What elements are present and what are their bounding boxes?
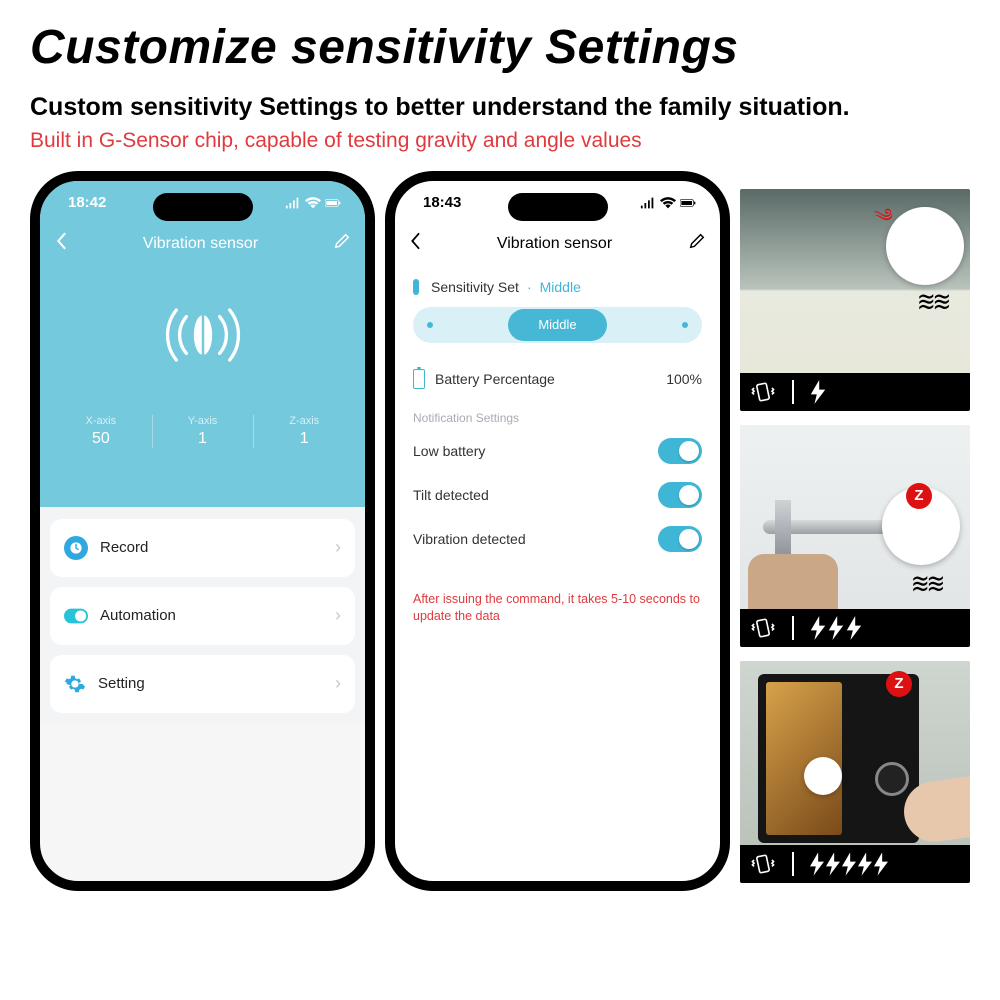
sensitivity-value: Middle [540, 279, 581, 295]
sensor-disc: Z [882, 487, 960, 565]
toggle-label: Low battery [413, 443, 485, 459]
bolt-icon [842, 852, 856, 876]
warning-text: After issuing the command, it takes 5-10… [413, 591, 702, 626]
battery-row: Battery Percentage 100% [413, 369, 702, 389]
axis-y-label: Y-axis [152, 415, 254, 427]
automation-label: Automation [100, 607, 176, 624]
gear-icon [64, 673, 86, 695]
axis-z: Z-axis 1 [253, 415, 355, 448]
axis-y-value: 1 [152, 430, 254, 448]
signal-icon [640, 197, 656, 209]
phone-vibrate-icon [750, 379, 776, 405]
zigbee-badge: Z [886, 671, 912, 697]
bolt-icon [828, 616, 844, 640]
battery-icon [413, 369, 425, 389]
phone-notch [153, 193, 253, 221]
bolt-icon [846, 616, 862, 640]
sensitivity-slider[interactable]: Middle [413, 307, 702, 343]
screen-title: Vibration sensor [143, 235, 258, 253]
axes-readout: X-axis 50 Y-axis 1 Z-axis 1 [40, 415, 365, 448]
slider-stop-low [427, 322, 433, 328]
intensity-bar [740, 373, 970, 411]
phone-settings: 18:43 Vibration sensor Sensitivity Set ·… [385, 171, 730, 891]
chevron-right-icon: › [335, 673, 341, 694]
screen-title: Vibration sensor [497, 235, 612, 253]
axis-y: Y-axis 1 [152, 415, 254, 448]
toggle-switch[interactable] [658, 438, 702, 464]
slider-pill: Middle [508, 309, 606, 341]
feature-line: Built in G-Sensor chip, capable of testi… [30, 129, 970, 153]
vibration-lines-icon: ≋≋ [911, 567, 942, 600]
zigbee-badge: Z [906, 483, 932, 509]
record-row[interactable]: Record › [50, 519, 355, 577]
bolt-group [810, 852, 888, 876]
battery-label: Battery Percentage [435, 371, 555, 387]
toggle-tilt[interactable]: Tilt detected [413, 473, 702, 517]
toggle-low-battery[interactable]: Low battery [413, 429, 702, 473]
setting-row[interactable]: Setting › [50, 655, 355, 713]
toggle-switch[interactable] [658, 526, 702, 552]
toggle-vibration[interactable]: Vibration detected [413, 517, 702, 561]
clock-icon [64, 536, 88, 560]
axis-x: X-axis 50 [50, 415, 152, 448]
safe-icon [758, 674, 919, 843]
section-notification: Notification Settings [413, 411, 702, 425]
wifi-icon [305, 197, 321, 209]
page-heading: Customize sensitivity Settings [30, 20, 970, 75]
page-subheading: Custom sensitivity Settings to better un… [30, 91, 970, 125]
status-icons [285, 197, 341, 209]
bolt-icon [810, 380, 826, 404]
bolt-group [810, 616, 862, 640]
toggle-switch[interactable] [658, 482, 702, 508]
bolt-group [810, 380, 826, 404]
vibration-icon [153, 285, 253, 385]
bolt-icon [874, 852, 888, 876]
axis-x-value: 50 [50, 430, 152, 448]
status-time: 18:43 [423, 194, 461, 211]
battery-icon [680, 197, 696, 209]
toggle-icon [64, 604, 88, 628]
sensitivity-icon [413, 279, 419, 295]
back-button[interactable] [409, 232, 421, 255]
slider-stop-high [682, 322, 688, 328]
chevron-right-icon: › [335, 605, 341, 626]
edit-button[interactable] [688, 232, 706, 255]
axis-z-value: 1 [253, 430, 355, 448]
setting-label: Setting [98, 675, 145, 692]
automation-row[interactable]: Automation › [50, 587, 355, 645]
battery-value: 100% [666, 371, 702, 387]
wifi-icon [660, 197, 676, 209]
back-button[interactable] [54, 232, 68, 255]
toggle-label: Tilt detected [413, 487, 489, 503]
phone-notch [508, 193, 608, 221]
phone-vibrate-icon [750, 851, 776, 877]
vibration-lines-icon: ≋≋ [917, 285, 948, 318]
chevron-right-icon: › [335, 537, 341, 558]
record-label: Record [100, 539, 148, 556]
status-time: 18:42 [68, 194, 106, 211]
status-icons [640, 197, 696, 209]
edit-button[interactable] [333, 232, 351, 255]
sensitivity-header: Sensitivity Set · Middle [413, 279, 702, 295]
phone-overview: 18:42 Vibration sensor [30, 171, 375, 891]
thumb-door: Z ≋≋ [740, 425, 970, 647]
toggle-label: Vibration detected [413, 531, 526, 547]
axis-z-label: Z-axis [253, 415, 355, 427]
bolt-icon [810, 616, 826, 640]
thumbnail-column: ༄ ≋≋ Z ≋≋ [740, 189, 970, 883]
bolt-icon [826, 852, 840, 876]
intensity-bar [740, 609, 970, 647]
intensity-bar [740, 845, 970, 883]
thumb-curtain: ༄ ≋≋ [740, 189, 970, 411]
sensor-disc: ༄ [886, 207, 964, 285]
battery-icon [325, 197, 341, 209]
bolt-icon [858, 852, 872, 876]
signal-icon [285, 197, 301, 209]
phone-vibrate-icon [750, 615, 776, 641]
thumb-safe: Z [740, 661, 970, 883]
sensitivity-label: Sensitivity Set [431, 279, 519, 295]
sensor-disc [804, 757, 842, 795]
bolt-icon [810, 852, 824, 876]
axis-x-label: X-axis [50, 415, 152, 427]
